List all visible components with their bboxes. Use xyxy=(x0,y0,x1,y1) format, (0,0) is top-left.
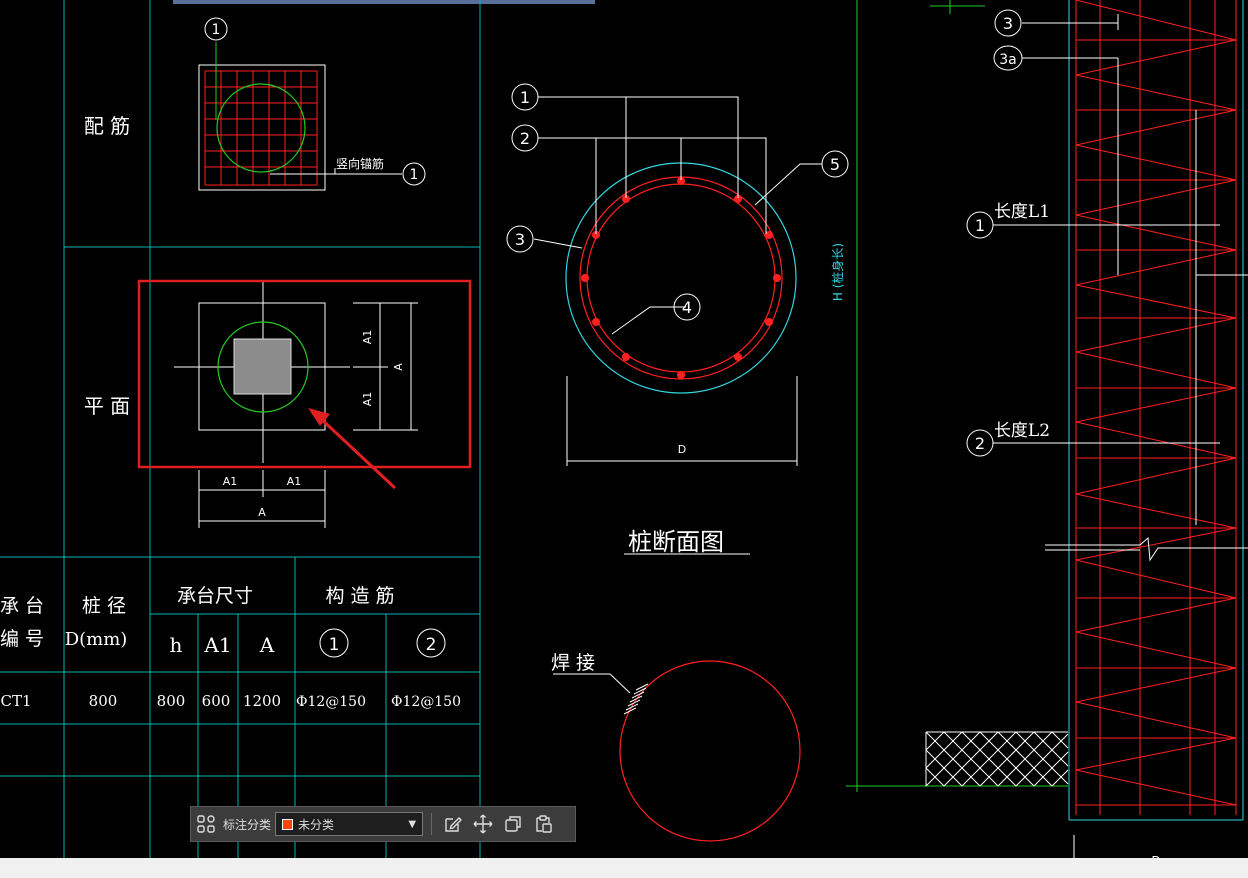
side-label-h: H (桩身长) xyxy=(830,243,845,301)
cell-a1: 600 xyxy=(202,692,231,710)
dim-a1-left: A1 xyxy=(223,475,238,488)
section-callout-3: 3 xyxy=(515,230,525,249)
pile-section xyxy=(533,96,822,555)
row-label-rebar: 配 筋 xyxy=(84,114,130,138)
weld-detail xyxy=(553,660,801,842)
chevron-down-icon: ▼ xyxy=(408,818,417,830)
paste-button[interactable] xyxy=(528,809,558,839)
category-select-value: 未分类 xyxy=(298,817,335,832)
cad-canvas[interactable]: 配 筋 平 面 1 竖向锚筋 1 A1 A1 A A1 A1 A 承 台 编 号… xyxy=(0,0,1248,878)
dim-d: D xyxy=(678,443,686,456)
apps-button[interactable] xyxy=(191,809,221,839)
cell-rebar2: Φ12@150 xyxy=(391,694,461,710)
cell-pile-dia: 800 xyxy=(89,692,118,710)
dim-a-horizontal: A xyxy=(258,506,266,519)
hdr-cap-no-2: 编 号 xyxy=(0,628,44,650)
category-color-swatch xyxy=(282,818,294,830)
callout-1-top: 1 xyxy=(212,22,221,38)
section-callout-4: 4 xyxy=(682,298,692,317)
section-callout-1: 1 xyxy=(520,88,530,107)
paste-icon xyxy=(536,815,552,833)
status-bar xyxy=(0,858,1248,878)
annotation-toolbar: 标注分类 未分类 ▼ xyxy=(190,806,576,842)
dim-a-vertical: A xyxy=(392,363,405,371)
annotation-category-label: 标注分类 xyxy=(223,817,272,832)
hdr-h: h xyxy=(170,633,183,657)
plan-view xyxy=(174,280,418,528)
cell-h: 800 xyxy=(157,692,186,710)
hdr-pile-dia-2: D(mm) xyxy=(65,629,128,650)
hdr-cap-no-1: 承 台 xyxy=(0,595,44,617)
hdr-rebar-2: 2 xyxy=(426,635,437,655)
edit-button[interactable] xyxy=(438,809,468,839)
elev-callout-3a: 3a xyxy=(999,52,1017,68)
cad-drawing[interactable]: 配 筋 平 面 1 竖向锚筋 1 A1 A1 A A1 A1 A 承 台 编 号… xyxy=(0,0,1248,878)
hdr-rebar-1: 1 xyxy=(329,635,340,655)
table-grid xyxy=(0,0,481,858)
section-callout-5: 5 xyxy=(830,155,840,174)
hdr-cap-size: 承台尺寸 xyxy=(177,585,253,607)
dim-a1-lower: A1 xyxy=(361,392,374,407)
length-l2: 长度L2 xyxy=(994,421,1050,441)
elev-callout-3: 3 xyxy=(1003,14,1013,33)
dim-a1-right: A1 xyxy=(287,475,302,488)
weld-label: 焊 接 xyxy=(551,652,595,674)
toolbar-divider xyxy=(431,813,433,835)
apps-icon xyxy=(197,815,215,833)
elevation-callouts: 3 3a 1 2 xyxy=(966,9,1023,457)
selection-bar xyxy=(173,0,595,4)
highlight-arrow xyxy=(308,408,397,490)
section-callout-2: 2 xyxy=(520,129,530,148)
copy-icon xyxy=(505,816,521,832)
copy-button[interactable] xyxy=(498,809,528,839)
cell-a: 1200 xyxy=(243,692,281,710)
length-l1: 长度L1 xyxy=(994,202,1050,222)
hdr-a: A xyxy=(259,633,275,657)
edit-icon xyxy=(445,817,463,832)
annotation-category-select[interactable]: 未分类 ▼ xyxy=(275,812,424,836)
hdr-struct-rebar: 构 造 筋 xyxy=(325,585,394,607)
cell-rebar1: Φ12@150 xyxy=(296,694,366,710)
section-callouts: 1 2 3 4 5 xyxy=(506,83,849,321)
row-label-plan: 平 面 xyxy=(84,394,130,418)
cell-cap-no: CT1 xyxy=(0,692,31,710)
move-icon xyxy=(473,814,493,834)
hdr-a1: A1 xyxy=(203,633,231,657)
elev-callout-2: 2 xyxy=(975,434,985,453)
table-row: CT1 800 800 600 1200 Φ12@150 Φ12@150 xyxy=(0,692,461,710)
elev-callout-1: 1 xyxy=(975,216,985,235)
hdr-pile-dia-1: 桩 径 xyxy=(82,595,126,617)
section-title: 桩断面图 xyxy=(628,528,724,556)
move-button[interactable] xyxy=(468,809,498,839)
vertical-anchor-label: 竖向锚筋 xyxy=(336,156,384,171)
callout-1-right: 1 xyxy=(410,167,419,183)
dim-a1-upper: A1 xyxy=(361,330,374,345)
highlight-box xyxy=(137,279,472,469)
